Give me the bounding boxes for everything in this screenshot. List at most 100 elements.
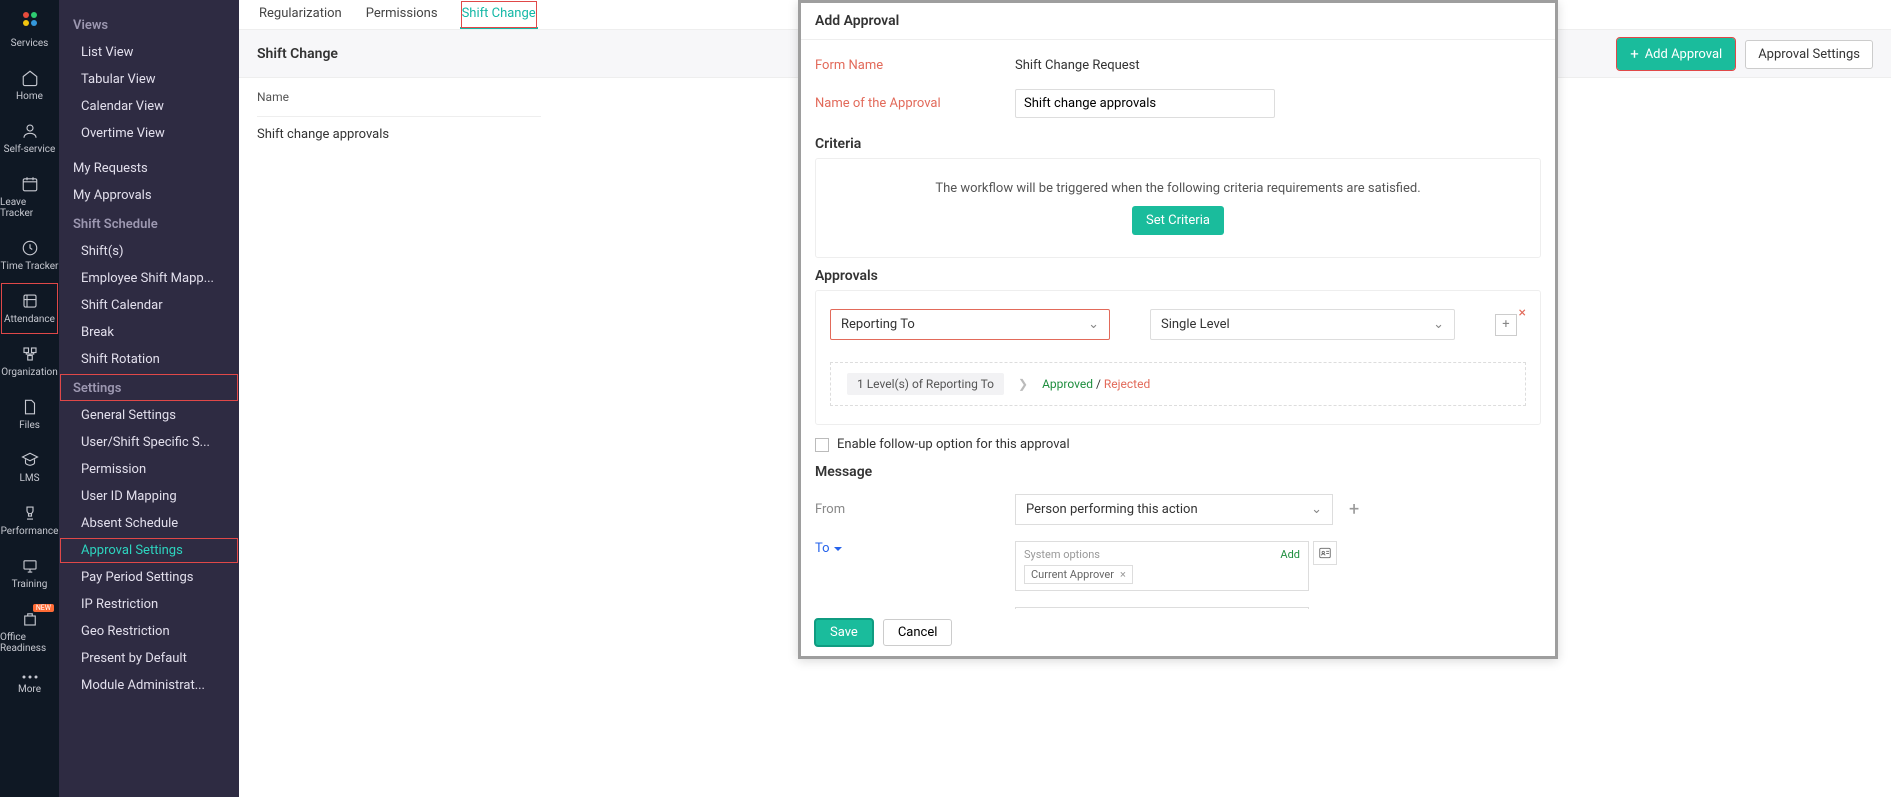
chevron-down-icon: ⌄ bbox=[1311, 502, 1322, 517]
page-title: Shift Change bbox=[257, 46, 338, 62]
sidebar-item-present-by-default[interactable]: Present by Default bbox=[59, 645, 239, 672]
contacts-picker-icon[interactable] bbox=[1313, 541, 1337, 565]
sidebar-item-geo-restriction[interactable]: Geo Restriction bbox=[59, 618, 239, 645]
tab-regularization[interactable]: Regularization bbox=[257, 0, 344, 29]
to-box[interactable]: System options Add Current Approver × bbox=[1015, 541, 1309, 591]
approval-settings-button[interactable]: Approval Settings bbox=[1745, 40, 1873, 69]
rail-self-service[interactable]: Self-service bbox=[0, 112, 59, 165]
add-from-icon[interactable]: + bbox=[1349, 499, 1359, 520]
sidebar-item-approval-settings[interactable]: Approval Settings bbox=[59, 537, 239, 564]
approved-text: Approved bbox=[1042, 377, 1093, 391]
criteria-message: The workflow will be triggered when the … bbox=[826, 181, 1530, 196]
sidebar-item-shift-calendar[interactable]: Shift Calendar bbox=[59, 292, 239, 319]
rail-leave-tracker[interactable]: Leave Tracker bbox=[0, 165, 59, 229]
add-approval-modal: Add Approval Form Name Shift Change Requ… bbox=[798, 0, 1558, 659]
rail-more[interactable]: More bbox=[0, 664, 59, 705]
trophy-icon bbox=[21, 504, 39, 522]
form-name-value: Shift Change Request bbox=[1015, 58, 1140, 73]
approvals-list: Name Shift change approvals bbox=[239, 78, 559, 152]
app-logo bbox=[23, 12, 37, 26]
approval-name-input[interactable] bbox=[1015, 89, 1275, 118]
level-select[interactable]: Single Level ⌄ bbox=[1150, 309, 1455, 340]
chip-remove-icon[interactable]: × bbox=[1120, 568, 1126, 581]
followup-row[interactable]: Enable follow-up option for this approva… bbox=[815, 437, 1541, 452]
sidebar-item-break[interactable]: Break bbox=[59, 319, 239, 346]
approvals-box: × Reporting To ⌄ Single Level ⌄ + 1 bbox=[815, 290, 1541, 425]
rail-performance[interactable]: Performance bbox=[0, 494, 59, 547]
modal-title: Add Approval bbox=[801, 3, 1555, 40]
chevron-down-icon: ⌄ bbox=[1433, 317, 1444, 332]
sidebar-item-overtime-view[interactable]: Overtime View bbox=[59, 120, 239, 147]
cancel-button[interactable]: Cancel bbox=[883, 619, 953, 646]
more-icon bbox=[21, 674, 39, 680]
remove-approver-icon[interactable]: × bbox=[1519, 305, 1526, 321]
list-header-name: Name bbox=[257, 78, 541, 117]
rail-lms[interactable]: LMS bbox=[0, 441, 59, 494]
list-row[interactable]: Shift change approvals bbox=[257, 117, 541, 152]
tab-shift-change[interactable]: Shift Change bbox=[460, 0, 538, 29]
files-icon bbox=[21, 398, 39, 416]
sidebar-item-my-requests[interactable]: My Requests bbox=[59, 155, 239, 182]
approval-summary: 1 Level(s) of Reporting To ❯ Approved / … bbox=[830, 362, 1526, 406]
add-approval-button[interactable]: + Add Approval bbox=[1617, 38, 1735, 70]
followup-checkbox[interactable] bbox=[815, 438, 829, 452]
clock-icon bbox=[21, 239, 39, 257]
rail-files[interactable]: Files bbox=[0, 388, 59, 441]
set-criteria-button[interactable]: Set Criteria bbox=[1132, 206, 1224, 235]
sidebar-item-module-admin[interactable]: Module Administrat... bbox=[59, 672, 239, 699]
rail-office-readiness[interactable]: NEW Office Readiness bbox=[0, 600, 59, 664]
sidebar-item-employee-shift-mapping[interactable]: Employee Shift Mapp... bbox=[59, 265, 239, 292]
sidebar-item-permission[interactable]: Permission bbox=[59, 456, 239, 483]
sidebar-item-shift-rotation[interactable]: Shift Rotation bbox=[59, 346, 239, 373]
to-chip: Current Approver × bbox=[1024, 565, 1133, 584]
office-icon bbox=[21, 610, 39, 628]
rail-services[interactable]: Services bbox=[0, 28, 59, 59]
sidebar-item-tabular-view[interactable]: Tabular View bbox=[59, 66, 239, 93]
sidebar-item-shifts[interactable]: Shift(s) bbox=[59, 238, 239, 265]
chevron-down-icon: ⌄ bbox=[1088, 317, 1099, 332]
training-icon bbox=[21, 557, 39, 575]
rail-training[interactable]: Training bbox=[0, 547, 59, 600]
rail-organization[interactable]: Organization bbox=[0, 335, 59, 388]
sidebar-item-general-settings[interactable]: General Settings bbox=[59, 402, 239, 429]
sidebar-item-my-approvals[interactable]: My Approvals bbox=[59, 182, 239, 209]
sidebar-item-user-shift-specific[interactable]: User/Shift Specific S... bbox=[59, 429, 239, 456]
sidebar-item-list-view[interactable]: List View bbox=[59, 39, 239, 66]
sidebar-group-shift: Shift Schedule bbox=[59, 209, 239, 238]
to-label-wrap: To bbox=[815, 541, 1015, 556]
to-dropdown[interactable]: To bbox=[815, 541, 842, 556]
calendar-icon bbox=[21, 175, 39, 193]
sidebar-group-views: Views bbox=[59, 10, 239, 39]
tab-permissions[interactable]: Permissions bbox=[364, 0, 440, 29]
sidebar-item-user-id-mapping[interactable]: User ID Mapping bbox=[59, 483, 239, 510]
new-badge: NEW bbox=[33, 604, 54, 612]
approvals-title: Approvals bbox=[815, 268, 1541, 284]
sidebar: Views List View Tabular View Calendar Vi… bbox=[59, 0, 239, 797]
criteria-box: The workflow will be triggered when the … bbox=[815, 158, 1541, 258]
attendance-icon bbox=[21, 292, 39, 310]
save-button[interactable]: Save bbox=[815, 619, 873, 646]
to-add-link[interactable]: Add bbox=[1280, 548, 1300, 561]
top-actions: + Add Approval Approval Settings bbox=[1617, 38, 1873, 70]
message-title: Message bbox=[815, 464, 1541, 480]
add-approver-button[interactable]: + bbox=[1495, 314, 1517, 336]
org-icon bbox=[21, 345, 39, 363]
approver-select[interactable]: Reporting To ⌄ bbox=[830, 309, 1110, 340]
sidebar-item-ip-restriction[interactable]: IP Restriction bbox=[59, 591, 239, 618]
sidebar-item-pay-period[interactable]: Pay Period Settings bbox=[59, 564, 239, 591]
main-area: Regularization Permissions Shift Change … bbox=[239, 0, 1891, 797]
sidebar-item-absent-schedule[interactable]: Absent Schedule bbox=[59, 510, 239, 537]
form-name-label: Form Name bbox=[815, 58, 1015, 73]
rail-home[interactable]: Home bbox=[0, 59, 59, 112]
system-options-label: System options bbox=[1024, 548, 1300, 561]
from-select[interactable]: Person performing this action ⌄ bbox=[1015, 494, 1333, 525]
rail-attendance[interactable]: Attendance bbox=[0, 282, 59, 335]
rail-time-tracker[interactable]: Time Tracker bbox=[0, 229, 59, 282]
rejected-text: Rejected bbox=[1104, 377, 1150, 391]
lms-icon bbox=[21, 451, 39, 469]
caret-down-icon bbox=[834, 547, 842, 551]
arrow-icon: ❯ bbox=[1018, 377, 1028, 391]
followup-label: Enable follow-up option for this approva… bbox=[837, 437, 1070, 452]
sidebar-item-calendar-view[interactable]: Calendar View bbox=[59, 93, 239, 120]
modal-footer: Save Cancel bbox=[801, 609, 1555, 656]
